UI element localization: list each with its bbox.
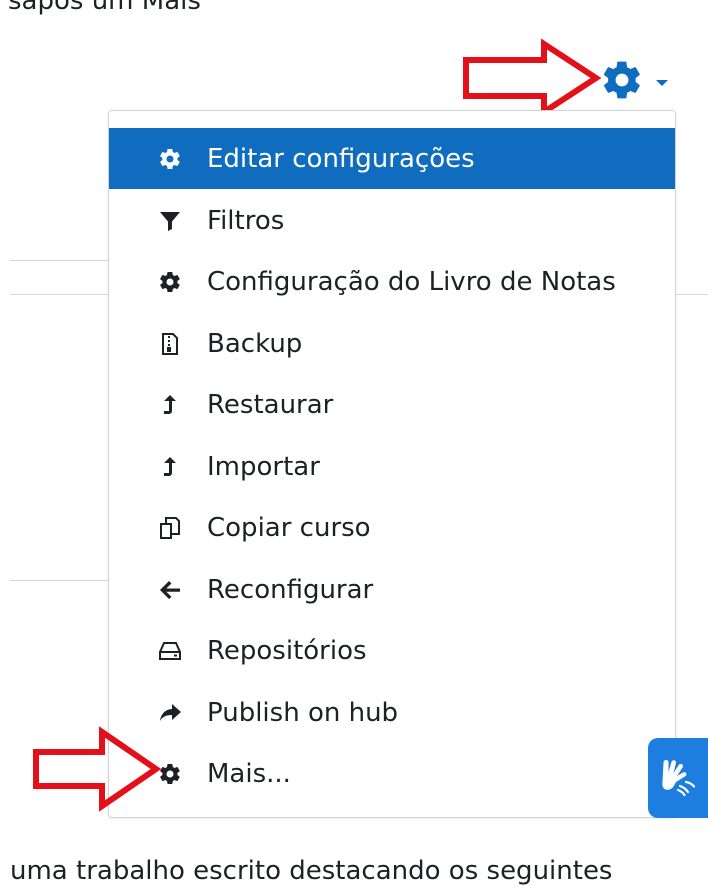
- menu-item-repositorios[interactable]: Repositórios: [109, 620, 675, 681]
- share-icon: [157, 700, 183, 726]
- menu-item-label: Restaurar: [207, 389, 334, 420]
- menu-item-importar[interactable]: Importar: [109, 436, 675, 497]
- settings-menu-toggle[interactable]: [600, 58, 680, 102]
- menu-item-label: Publish on hub: [207, 697, 399, 728]
- filter-icon: [157, 208, 183, 234]
- menu-item-backup[interactable]: Backup: [109, 313, 675, 374]
- partial-bottom-text: uma trabalho escrito destacando os segui…: [10, 856, 613, 886]
- divider: [10, 260, 110, 261]
- menu-item-label: Importar: [207, 451, 320, 482]
- menu-item-label: Copiar curso: [207, 512, 371, 543]
- menu-item-reconfigurar[interactable]: Reconfigurar: [109, 559, 675, 620]
- gear-icon: [157, 146, 183, 172]
- copy-icon: [157, 515, 183, 541]
- accessibility-button[interactable]: [648, 738, 708, 818]
- menu-item-publish-on-hub[interactable]: Publish on hub: [109, 682, 675, 743]
- level-up-icon: [157, 392, 183, 418]
- chevron-down-icon: [656, 80, 668, 86]
- menu-item-label: Configuração do Livro de Notas: [207, 266, 616, 297]
- menu-item-editar-configuracoes[interactable]: Editar configurações: [109, 128, 675, 189]
- level-up-icon: [157, 454, 183, 480]
- file-archive-icon: [157, 331, 183, 357]
- menu-item-label: Editar configurações: [207, 143, 475, 174]
- menu-item-label: Filtros: [207, 205, 285, 236]
- menu-item-configuracao-livro-de-notas[interactable]: Configuração do Livro de Notas: [109, 251, 675, 312]
- arrow-left-icon: [157, 577, 183, 603]
- divider: [676, 294, 708, 295]
- annotation-arrow-top: [463, 38, 602, 118]
- gear-icon: [157, 269, 183, 295]
- menu-item-label: Reconfigurar: [207, 574, 374, 605]
- partial-top-text: sapos um Mais: [8, 0, 201, 16]
- menu-item-label: Mais...: [207, 758, 291, 789]
- menu-item-filtros[interactable]: Filtros: [109, 190, 675, 251]
- menu-item-mais[interactable]: Mais...: [109, 743, 675, 804]
- gear-icon: [603, 61, 640, 99]
- menu-item-label: Repositórios: [207, 635, 367, 666]
- divider: [10, 580, 110, 581]
- menu-item-copiar-curso[interactable]: Copiar curso: [109, 497, 675, 558]
- annotation-arrow-bottom: [33, 726, 162, 812]
- sign-language-icon: [662, 760, 696, 797]
- divider: [10, 294, 110, 295]
- hard-drive-icon: [157, 638, 183, 664]
- menu-item-label: Backup: [207, 328, 303, 359]
- menu-item-restaurar[interactable]: Restaurar: [109, 374, 675, 435]
- settings-dropdown-menu: Editar configurações Filtros Configuraçã…: [108, 110, 676, 818]
